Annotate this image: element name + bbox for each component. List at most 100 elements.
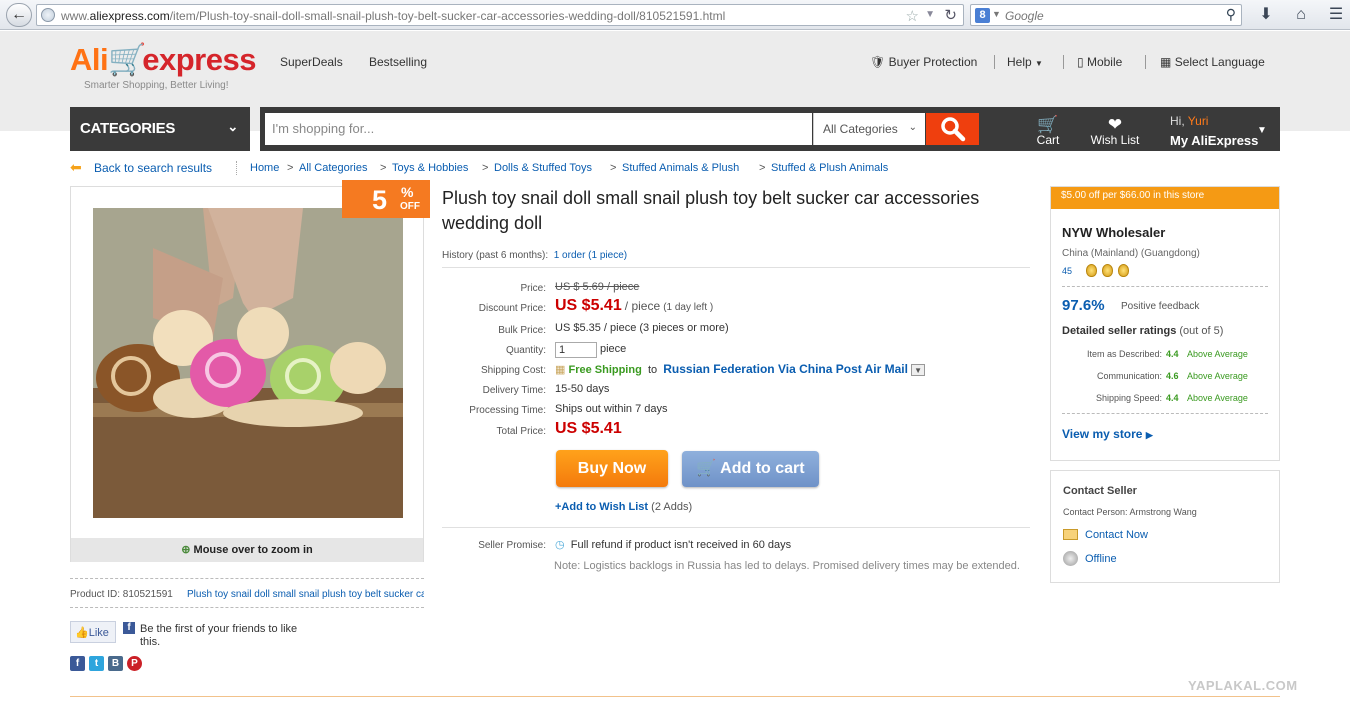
- order-history: History (past 6 months): 1 order (1 piec…: [442, 250, 628, 261]
- store-promo[interactable]: $5.00 off per $66.00 in this store: [1051, 187, 1279, 209]
- chevron-down-icon: ▼: [1035, 59, 1043, 68]
- product-title: Plush toy snail doll small snail plush t…: [442, 188, 980, 233]
- discount-badge: 5 % OFF: [342, 180, 430, 218]
- chevron-down-icon[interactable]: ▼: [1257, 125, 1267, 136]
- twitter-share-icon[interactable]: t: [89, 656, 104, 671]
- zoom-hint: ⊕ Mouse over to zoom in: [71, 538, 423, 562]
- breadcrumb-stuffed-animals[interactable]: Stuffed Animals & Plush: [622, 162, 739, 174]
- search-input[interactable]: I'm shopping for...: [265, 113, 812, 145]
- rating-label: Item as Described:: [1086, 349, 1162, 359]
- order-history-link[interactable]: 1 order (1 piece): [554, 250, 627, 261]
- rating-label: Communication:: [1096, 371, 1162, 381]
- bulk-price-label: Bulk Price:: [498, 325, 546, 336]
- contact-seller-title: Contact Seller: [1063, 485, 1137, 497]
- breadcrumb-separator: >: [610, 162, 617, 174]
- back-to-search-link[interactable]: Back to search results: [94, 161, 212, 175]
- browser-search-box[interactable]: 8 ▼ Google ⚲: [970, 4, 1242, 26]
- buyer-protection-link[interactable]: 🛡 Buyer Protection: [870, 55, 977, 69]
- contact-seller-box: Contact Seller Contact Person: Armstrong…: [1050, 470, 1280, 583]
- help-menu[interactable]: Help ▼: [1007, 55, 1043, 69]
- contact-person: Contact Person: Armstrong Wang: [1063, 507, 1197, 517]
- aliexpress-logo[interactable]: Ali🛒express: [70, 41, 256, 78]
- category-select[interactable]: All Categories ⌄: [813, 113, 925, 145]
- back-arrow-icon[interactable]: ⬅: [70, 159, 82, 176]
- nav-superdeals[interactable]: SuperDeals: [280, 55, 343, 69]
- product-id-link[interactable]: Plush toy snail doll small snail plush t…: [187, 589, 424, 600]
- discount-percent: %: [401, 184, 414, 200]
- breadcrumb-separator: >: [287, 162, 294, 174]
- nav-bestselling[interactable]: Bestselling: [369, 55, 427, 69]
- reload-icon[interactable]: ↻: [944, 6, 957, 24]
- medal-icon: [1118, 264, 1129, 277]
- processing-time: Ships out within 7 days: [555, 403, 668, 415]
- chevron-right-icon: ▶: [1145, 430, 1153, 440]
- pinterest-share-icon[interactable]: P: [127, 656, 142, 671]
- facebook-share-icon[interactable]: f: [70, 656, 85, 671]
- facebook-icon: f: [123, 622, 135, 634]
- breadcrumb-separator: >: [380, 162, 387, 174]
- search-engine-icon[interactable]: 8: [975, 8, 990, 23]
- rating-value: 4.6: [1166, 371, 1179, 381]
- globe-icon: [41, 8, 55, 22]
- my-aliexpress-menu[interactable]: My AliExpress: [1170, 133, 1258, 148]
- mobile-link[interactable]: ▯ Mobile: [1077, 55, 1122, 69]
- chevron-down-icon[interactable]: ▼: [911, 364, 926, 377]
- chevron-down-icon[interactable]: ▼: [992, 9, 1001, 19]
- breadcrumb-dolls[interactable]: Dolls & Stuffed Toys: [494, 162, 592, 174]
- shield-icon: 🛡: [870, 55, 886, 69]
- truck-icon: ▦: [555, 364, 566, 376]
- menu-icon[interactable]: ☰: [1325, 5, 1347, 25]
- home-icon[interactable]: ⌂: [1290, 5, 1312, 25]
- buy-now-button[interactable]: Buy Now: [556, 450, 668, 487]
- address-bar[interactable]: www.aliexpress.com/item/Plush-toy-snail-…: [36, 4, 964, 26]
- wish-list-link[interactable]: ❤ Wish List: [1086, 115, 1144, 147]
- positive-feedback-percent: 97.6%: [1062, 297, 1105, 314]
- bottom-section-edge: [70, 696, 1280, 715]
- search-bar: I'm shopping for... All Categories ⌄ 🛒 C…: [260, 107, 1280, 151]
- seller-score[interactable]: 45: [1062, 266, 1072, 276]
- categories-menu[interactable]: CATEGORIES ⌄: [70, 107, 250, 151]
- product-image-panel: ⊕ Mouse over to zoom in: [70, 186, 424, 562]
- url-text: www.aliexpress.com/item/Plush-toy-snail-…: [61, 9, 726, 23]
- contact-now-link[interactable]: Contact Now: [1085, 529, 1148, 541]
- seller-name[interactable]: NYW Wholesaler: [1062, 225, 1165, 240]
- bulk-price: US $5.35 / piece (3 pieces or more): [555, 322, 729, 334]
- add-to-wish-list-link[interactable]: +Add to Wish List: [555, 501, 648, 513]
- bookmark-star-icon[interactable]: ☆: [906, 7, 919, 25]
- facebook-like-button[interactable]: 👍Like: [70, 621, 116, 643]
- breadcrumb-home[interactable]: Home: [250, 162, 279, 174]
- shipping-cost-label: Shipping Cost:: [480, 365, 546, 376]
- search-icon[interactable]: ⚲: [1226, 6, 1236, 23]
- detailed-seller-ratings: Detailed seller ratings (out of 5): [1062, 325, 1224, 337]
- product-photo[interactable]: [93, 208, 403, 518]
- facebook-like-text: Be the first of your friends to like thi…: [140, 623, 298, 648]
- view-store-link[interactable]: View my store ▶: [1062, 427, 1153, 441]
- site-header: Ali🛒express Smarter Shopping, Better Liv…: [0, 31, 1350, 151]
- seller-promise: ◷ Full refund if product isn't received …: [555, 539, 792, 551]
- product-id: Product ID: 810521591: [70, 589, 173, 600]
- rating-value: 4.4: [1166, 349, 1179, 359]
- back-arrow-icon[interactable]: ←: [6, 3, 32, 27]
- search-button[interactable]: [926, 113, 979, 145]
- quantity-input[interactable]: 1: [555, 342, 597, 358]
- chevron-down-icon[interactable]: ▼: [925, 9, 935, 20]
- breadcrumb-separator: >: [482, 162, 489, 174]
- heart-icon: ❤: [1107, 115, 1123, 134]
- blog-share-icon[interactable]: B: [108, 656, 123, 671]
- total-price-label: Total Price:: [496, 426, 546, 437]
- shipping-destination-link[interactable]: Russian Federation Via China Post Air Ma…: [663, 362, 908, 376]
- cart-link[interactable]: 🛒 Cart: [1028, 115, 1068, 147]
- add-to-cart-button[interactable]: 🛒 Add to cart: [682, 451, 819, 487]
- offline-status-icon: [1063, 551, 1078, 566]
- discount-number: 5: [372, 185, 388, 215]
- cart-icon: 🛒: [696, 460, 717, 477]
- select-language-link[interactable]: ▦ Select Language: [1160, 55, 1265, 69]
- chevron-down-icon: ⌄: [908, 122, 917, 133]
- breadcrumb-all-categories[interactable]: All Categories: [299, 162, 367, 174]
- quantity-label: Quantity:: [505, 345, 546, 356]
- download-icon[interactable]: ⬇: [1255, 5, 1277, 25]
- breadcrumb-plush-animals[interactable]: Stuffed & Plush Animals: [771, 162, 888, 174]
- original-price: US $ 5.69 / piece: [555, 281, 640, 293]
- breadcrumb-toys-hobbies[interactable]: Toys & Hobbies: [392, 162, 468, 174]
- snail-plush-image: [93, 208, 403, 518]
